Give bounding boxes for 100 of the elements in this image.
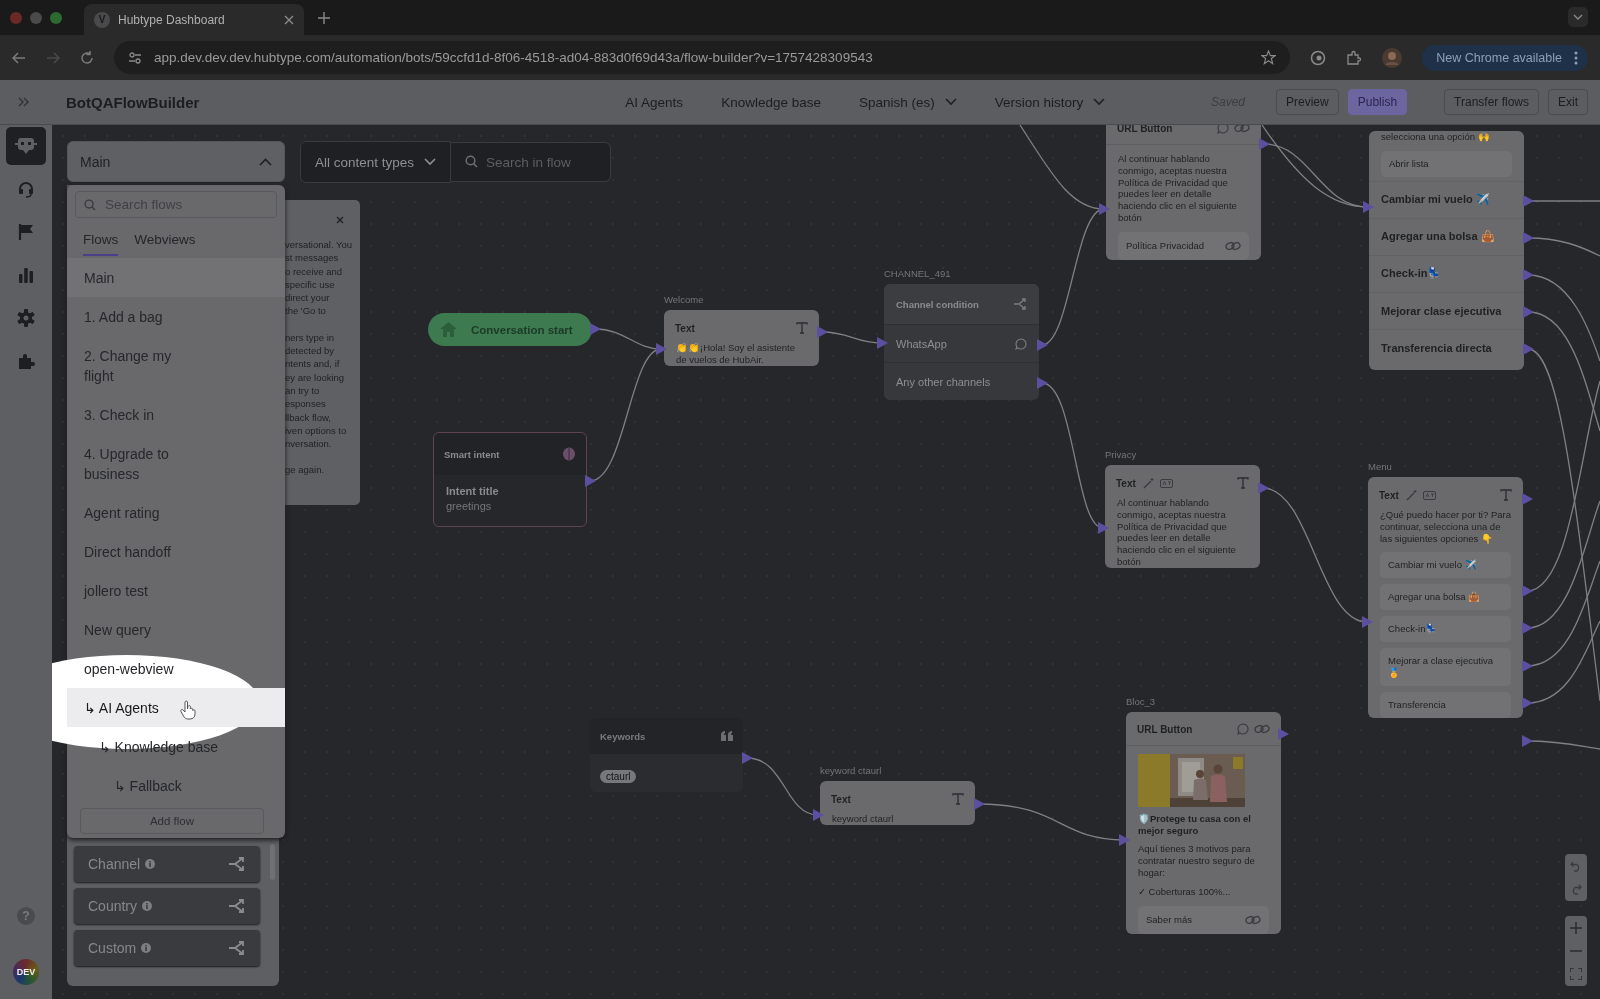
message-text: keyword ctaurl	[832, 813, 895, 825]
undo-icon[interactable]	[1570, 859, 1582, 872]
reply-button[interactable]: Transferencia	[1380, 692, 1511, 719]
port-handle[interactable]	[1363, 201, 1374, 213]
reply-button[interactable]: Agregar una bolsa 👜	[1380, 584, 1511, 611]
port-handle[interactable]	[1037, 377, 1048, 389]
scrollbar[interactable]	[270, 844, 275, 880]
list-node[interactable]: selecciona una opción 🙌 Abrir lista Cambiar mi vuelo ✈ Agregar una bolsa 👜 Check-in💺 Mejorar clase ejecutiva Transferencia directa	[1369, 131, 1524, 370]
address-field[interactable]: app.dev.dev.dev.hubtype.com/automation/bots/59ccfd1d-8f06-4518-ad04-883d0f69d43a/flow-builder?v=1757428309543	[114, 41, 1291, 74]
header-button[interactable]: Exit	[1548, 89, 1588, 115]
close-icon[interactable]	[284, 14, 294, 25]
flow-selector[interactable]: Main	[67, 141, 285, 182]
port-handle[interactable]	[1522, 735, 1533, 747]
chat-bubble-icon	[1237, 723, 1249, 735]
palette-item[interactable]: Custom	[74, 930, 260, 966]
brain-icon	[562, 447, 576, 461]
palette-item[interactable]: Country	[74, 888, 260, 924]
port-handle[interactable]	[590, 323, 601, 335]
nav-item[interactable]: Spanish (es)	[858, 94, 957, 110]
start-node[interactable]: Conversation start	[428, 313, 592, 346]
rail-button[interactable]	[6, 127, 46, 165]
port-handle[interactable]	[1362, 616, 1373, 628]
chevron-down-icon	[424, 158, 437, 166]
flow-item[interactable]: 2. Change my flight	[84, 345, 202, 386]
flow-item[interactable]: open-webview	[84, 658, 202, 679]
flow-item[interactable]: New query	[84, 619, 202, 640]
header-button[interactable]: Preview	[1276, 89, 1339, 115]
reply-button[interactable]: Mejorar a clase ejecutiva 🏅	[1380, 648, 1511, 687]
minimize-window-icon[interactable]	[30, 11, 42, 24]
reload-icon[interactable]	[80, 50, 94, 65]
port-handle[interactable]	[1037, 339, 1048, 351]
avatar-icon[interactable]	[1382, 47, 1403, 68]
port-handle[interactable]	[1258, 482, 1269, 494]
port-handle[interactable]	[1098, 522, 1109, 534]
menu-tab[interactable]: Webviews	[134, 232, 196, 256]
text-node[interactable]: Text keyword ctaurl	[820, 781, 975, 825]
chevron-down-icon[interactable]	[1568, 7, 1588, 27]
zoom-in-icon[interactable]	[1570, 921, 1582, 934]
node-type: Smart intent	[444, 448, 500, 460]
port-handle[interactable]	[1278, 728, 1289, 740]
puzzle-icon[interactable]	[1346, 49, 1363, 66]
keywords-node[interactable]: Keywords ctaurl	[590, 718, 743, 792]
branch-icon	[228, 940, 246, 956]
close-icon[interactable]	[336, 216, 344, 224]
port-handle[interactable]	[1259, 138, 1270, 150]
back-arrow-icon[interactable]	[12, 50, 26, 65]
translate-icon	[1159, 478, 1173, 488]
maximize-window-icon[interactable]	[50, 11, 62, 24]
site-settings-icon[interactable]	[128, 50, 142, 65]
help-button[interactable]: ?	[17, 907, 35, 925]
smart-intent-node[interactable]: Smart intent Intent title greetings	[433, 432, 587, 527]
flow-item[interactable]: Agent rating	[84, 502, 202, 523]
port-handle[interactable]	[1119, 834, 1130, 846]
port-handle[interactable]	[813, 809, 824, 821]
nav-item[interactable]: Version history	[994, 94, 1106, 110]
channel-option[interactable]: WhatsApp	[896, 337, 947, 350]
content-type-dropdown[interactable]: All content types	[300, 141, 452, 183]
port-handle[interactable]	[817, 326, 828, 338]
port-handle[interactable]	[656, 343, 667, 355]
text-node[interactable]: Text ¿Qué puedo hacer por ti? Para continuar, selecciona una de las siguientes opciones 👇 Cambiar mi vuelo ✈ Agregar una bolsa 👜 Check-in💺 Mejorar a clase ejecutiva 🏅 Transferencia	[1368, 477, 1523, 719]
forward-arrow-icon[interactable]	[46, 50, 60, 65]
redo-icon[interactable]	[1570, 883, 1582, 896]
url-button-node[interactable]: URL Button 🛡Protege tu casa con el mejor seguro Aquí tienes 3 motivos para contratar nuestro seguro de hogar: ✓ Coberturas 100%... Saber más	[1126, 712, 1281, 935]
plus-icon[interactable]	[318, 11, 330, 24]
header-button[interactable]: Transfer flows	[1444, 89, 1539, 115]
extension-icon[interactable]	[1310, 49, 1327, 66]
pointer-hand-icon	[180, 700, 196, 720]
flow-item[interactable]: jollero test	[84, 580, 202, 601]
expand-icon[interactable]	[18, 97, 30, 107]
flow-item[interactable]: ↳ Fallback	[84, 775, 268, 796]
palette-item[interactable]: Channel	[74, 846, 260, 882]
update-button[interactable]: New Chrome available	[1422, 44, 1588, 71]
star-icon[interactable]	[1261, 50, 1277, 65]
nav-item[interactable]: Knowledge base	[721, 94, 821, 110]
add-flow-button[interactable]: Add flow	[80, 808, 264, 834]
url-button[interactable]: Saber más	[1138, 906, 1269, 935]
channel-condition-node[interactable]: Channel condition WhatsApp Any other channels	[884, 284, 1039, 400]
close-window-icon[interactable]	[10, 11, 22, 24]
flow-item[interactable]: 4. Upgrade to business	[84, 443, 202, 484]
flow-item[interactable]: 3. Check in	[84, 404, 202, 425]
port-handle[interactable]	[1099, 203, 1110, 215]
fit-view-icon[interactable]	[1570, 968, 1582, 981]
reply-button[interactable]: Cambiar mi vuelo ✈	[1380, 552, 1511, 579]
kebab-menu-icon[interactable]	[1574, 50, 1578, 65]
port-handle[interactable]	[585, 475, 596, 487]
list-button[interactable]: Abrir lista	[1381, 150, 1512, 177]
flow-item[interactable]: 1. Add a bag	[84, 306, 202, 327]
channel-option[interactable]: Any other channels	[896, 375, 991, 388]
text-node[interactable]: Text 👏👏¡Hola! Soy el asistente de vuelos de HubAir.	[664, 310, 819, 366]
search-field[interactable]: Search in flow	[451, 142, 612, 182]
port-handle[interactable]	[877, 337, 888, 349]
link-icon	[1225, 239, 1241, 252]
url-button[interactable]: Política Privacidad	[1118, 231, 1249, 260]
nav-item[interactable]: AI Agents	[625, 94, 684, 110]
field-label: Intent title	[446, 485, 500, 497]
reply-button[interactable]: Check-in💺	[1380, 616, 1511, 643]
flow-item[interactable]: Direct handoff	[84, 541, 202, 562]
info-text: llback flow,	[285, 410, 332, 424]
message-text: 👏👏¡Hola! Soy el asistente de vuelos de HubAir.	[676, 342, 797, 366]
menu-tab[interactable]: Flows	[83, 232, 119, 256]
